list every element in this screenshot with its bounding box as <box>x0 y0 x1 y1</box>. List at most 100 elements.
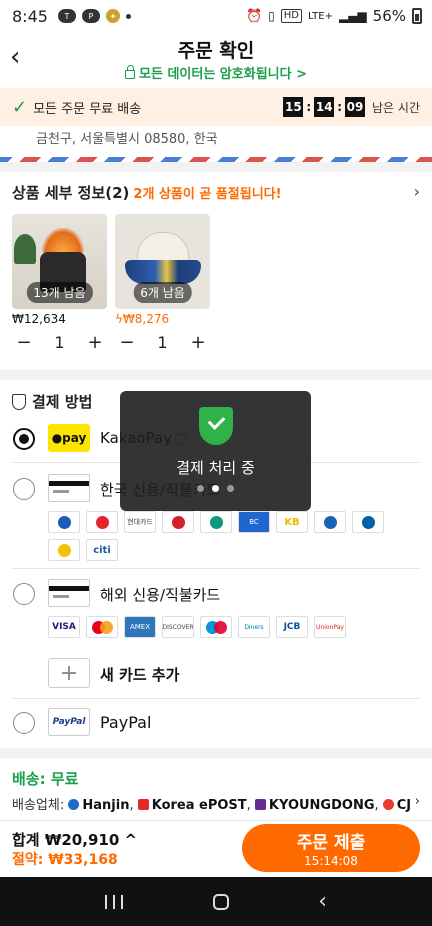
credit-card-icon <box>48 579 90 607</box>
shipping-header: 배송: 무료 <box>12 770 79 788</box>
timer-seconds: 09 <box>345 97 366 117</box>
product-image-humidifier[interactable]: 13개 남음 <box>12 214 107 309</box>
paypal-label: PayPal <box>100 713 152 732</box>
timer-hours: 15 <box>283 97 304 117</box>
kakaopay-radio[interactable] <box>13 428 35 450</box>
status-bar: 8:45 T P ✦ ⏰ ▯ HD LTE+ ▂▄▆ 56% <box>0 0 432 32</box>
encryption-notice-text: 모든 데이터는 암호화됩니다 > <box>139 67 307 82</box>
checkout-bar: 합계 ₩20,910 ^ 절약: ₩33,168 주문 제출 15:14:08 <box>0 820 432 876</box>
savings-amount: 절약: ₩33,168 <box>12 852 118 868</box>
quantity-value: 1 <box>54 333 65 352</box>
jcb-text: JCB <box>283 622 301 632</box>
chevron-right-icon[interactable]: › <box>414 182 420 201</box>
more-notifications-icon <box>125 13 131 19</box>
decrease-quantity-button[interactable]: − <box>115 332 139 353</box>
hd-icon: HD <box>280 9 302 23</box>
discover-icon: DISCOVER <box>162 616 194 638</box>
payment-method-title: 결제 방법 <box>32 393 93 411</box>
product-price: ϟ₩8,276 <box>115 312 210 326</box>
divider <box>12 698 420 699</box>
quantity-value: 1 <box>157 333 168 352</box>
kb-card-text: KB <box>284 516 300 528</box>
payment-option-paypal[interactable]: PayPal PayPal <box>0 708 432 738</box>
recents-icon[interactable] <box>104 894 123 909</box>
section-gap <box>0 162 432 172</box>
check-icon: ✓ <box>12 96 28 118</box>
korea-epost-icon <box>137 799 149 810</box>
citi-card-icon: citi <box>86 539 118 561</box>
loading-dot <box>197 485 204 492</box>
shipping-carriers[interactable]: 배송업체: Hanjin, Korea ePOST, KYOUNGDONG, C… <box>12 794 420 813</box>
add-new-card-button[interactable]: + 새 카드 추가 <box>0 658 432 690</box>
product-card: 13개 남음 ₩12,634 − 1 + <box>12 214 107 353</box>
amex-text: AMEX <box>129 623 151 631</box>
timer-label: 남은 시간 <box>372 100 420 115</box>
payment-processing-toast: 결제 처리 중 <box>120 391 311 511</box>
paypal-radio[interactable] <box>13 712 35 734</box>
shield-check-icon <box>199 407 233 445</box>
bc-card-text: BC <box>249 518 259 526</box>
talk-notification-icon: T <box>57 9 76 23</box>
timer-minutes: 14 <box>314 97 335 117</box>
citi-card-text: citi <box>93 544 111 556</box>
countdown-timer: 15 : 14 : 09 남은 시간 <box>283 97 420 117</box>
increase-quantity-button[interactable]: + <box>83 332 107 353</box>
carriers-label: 배송업체: <box>12 798 65 813</box>
stock-remaining-badge: 6개 남음 <box>133 282 192 303</box>
credit-card-icon <box>48 474 90 502</box>
notification-icons: T P ✦ <box>57 9 131 23</box>
shipping-address[interactable]: 금천구, 서울특별시 08580, 한국 <box>36 128 218 147</box>
decrease-quantity-button[interactable]: − <box>12 332 36 353</box>
unionpay-text: UnionPay <box>316 623 344 631</box>
loading-dot <box>227 485 234 492</box>
vibrate-icon: ▯ <box>268 9 275 23</box>
carrier-name: KYOUNGDONG <box>268 798 375 813</box>
product-card: 6개 남음 ϟ₩8,276 − 1 + <box>115 214 210 353</box>
encryption-notice[interactable]: 모든 데이터는 암호화됩니다 > <box>0 63 432 82</box>
amex-icon: AMEX <box>124 616 156 638</box>
pay-notification-icon: P <box>81 9 100 23</box>
product-image-bucket-hat[interactable]: 6개 남음 <box>115 214 210 309</box>
network-label: LTE+ <box>307 10 333 22</box>
product-details-header[interactable]: 상품 세부 정보(2) 2개 상품이 곧 품절됩니다! › <box>12 182 420 203</box>
status-right: ⏰ ▯ HD LTE+ ▂▄▆ 56% <box>246 0 422 32</box>
hana-card-icon <box>200 511 232 533</box>
back-icon[interactable]: ‹ <box>318 889 327 914</box>
system-navigation-bar: ‹ <box>0 877 432 926</box>
app-notification-icon: ✦ <box>105 9 120 23</box>
lock-icon <box>125 65 135 79</box>
signal-icon: ▂▄▆ <box>338 9 367 23</box>
international-card-radio[interactable] <box>13 583 35 605</box>
kb-card-icon: KB <box>276 511 308 533</box>
visa-icon: VISA <box>48 616 80 638</box>
increase-quantity-button[interactable]: + <box>186 332 210 353</box>
kakaobank-card-icon <box>48 539 80 561</box>
maestro-icon <box>200 616 232 638</box>
free-shipping-text: 모든 주문 무료 배송 <box>33 101 142 117</box>
chevron-right-icon[interactable]: › <box>415 794 420 809</box>
order-total[interactable]: 합계 ₩20,910 ^ <box>12 829 137 850</box>
submit-order-timer: 15:14:08 <box>304 854 358 868</box>
product-details-title: 상품 세부 정보(2) <box>12 184 130 202</box>
korean-card-brands: 현대카드 BC KB citi <box>48 511 408 561</box>
paypal-logo: PayPal <box>48 708 90 736</box>
product-price: ₩12,634 <box>12 312 66 326</box>
woori-card-icon <box>314 511 346 533</box>
bc-card-icon: BC <box>238 511 270 533</box>
hyundai-card-icon: 현대카드 <box>124 511 156 533</box>
lightning-icon: ϟ <box>115 312 123 326</box>
nh-card-icon <box>352 511 384 533</box>
unionpay-icon: UnionPay <box>314 616 346 638</box>
payment-option-international-card[interactable]: 해외 신용/직불카드 <box>0 579 432 609</box>
battery-icon <box>412 8 422 24</box>
home-icon[interactable] <box>212 893 229 910</box>
section-gap <box>0 748 432 758</box>
low-stock-warning: 2개 상품이 곧 품절됩니다! <box>133 187 282 202</box>
product-price-value: ₩8,276 <box>122 312 170 326</box>
korean-card-radio[interactable] <box>13 478 35 500</box>
plus-icon[interactable]: + <box>48 658 90 688</box>
submit-order-button[interactable]: 주문 제출 15:14:08 <box>242 824 420 872</box>
diners-club-icon: Diners <box>238 616 270 638</box>
kakaopay-logo: ●pay <box>48 424 90 452</box>
samsung-card-icon <box>162 511 194 533</box>
